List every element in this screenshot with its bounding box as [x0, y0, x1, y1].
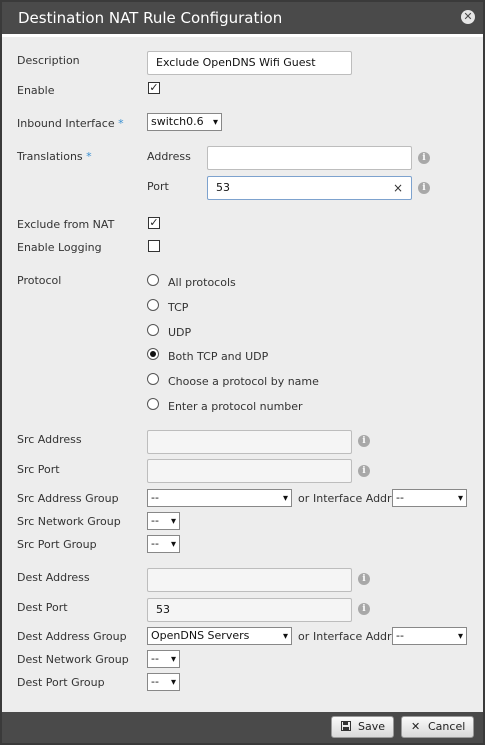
chevron-down-icon: ▾: [457, 631, 463, 642]
save-label: Save: [358, 720, 386, 733]
src-network-group-label: Src Network Group: [17, 515, 121, 528]
src-network-group-select[interactable]: -- ▾: [147, 512, 180, 530]
save-button[interactable]: Save: [331, 716, 394, 738]
dest-network-group-select[interactable]: -- ▾: [147, 650, 180, 668]
radio-label-both-tcp-udp: Both TCP and UDP: [168, 350, 269, 363]
inbound-interface-label: Inbound Interface *: [17, 117, 124, 130]
enable-logging-label: Enable Logging: [17, 241, 102, 254]
info-icon[interactable]: i: [358, 435, 370, 447]
radio-label-tcp: TCP: [168, 301, 189, 314]
src-address-group-value: --: [151, 491, 159, 504]
dialog-title: Destination NAT Rule Configuration: [18, 9, 283, 27]
chevron-down-icon: ▾: [170, 654, 176, 665]
chevron-down-icon: ▾: [282, 493, 288, 504]
close-icon: ✕: [411, 720, 421, 733]
info-icon[interactable]: i: [358, 465, 370, 477]
dest-address-group-select[interactable]: OpenDNS Servers ▾: [147, 627, 292, 645]
radio-label-protocol-by-name: Choose a protocol by name: [168, 375, 319, 388]
enable-logging-checkbox[interactable]: [148, 240, 160, 252]
src-interface-addr-value: --: [396, 491, 404, 504]
cancel-label: Cancel: [428, 720, 466, 733]
dialog-footer: Save ✕ Cancel: [2, 712, 483, 743]
enable-checkbox[interactable]: ✓: [148, 82, 160, 94]
dest-port-input[interactable]: 53: [147, 598, 352, 622]
required-asterisk: *: [118, 117, 124, 130]
clear-icon[interactable]: ×: [393, 177, 403, 199]
dialog-titlebar: Destination NAT Rule Configuration ✕: [2, 2, 483, 34]
radio-udp[interactable]: [147, 324, 159, 336]
radio-label-udp: UDP: [168, 326, 192, 339]
info-icon[interactable]: i: [358, 573, 370, 585]
port-label: Port: [147, 180, 169, 193]
radio-protocol-number[interactable]: [147, 398, 159, 410]
src-port-group-label: Src Port Group: [17, 538, 97, 551]
interface-addr-label: Interface Addr: [313, 630, 392, 643]
description-label: Description: [17, 54, 80, 67]
floppy-disk-icon: [341, 717, 351, 737]
src-port-label: Src Port: [17, 463, 60, 476]
chevron-down-icon: ▾: [170, 516, 176, 527]
translations-label-text: Translations: [17, 150, 83, 163]
exclude-nat-label: Exclude from NAT: [17, 218, 115, 231]
enable-label: Enable: [17, 84, 55, 97]
src-address-input[interactable]: [147, 430, 352, 454]
src-address-group-select[interactable]: -- ▾: [147, 489, 292, 507]
dest-network-group-label: Dest Network Group: [17, 653, 129, 666]
translations-label: Translations *: [17, 150, 92, 163]
info-icon[interactable]: i: [418, 182, 430, 194]
chevron-down-icon: ▾: [282, 631, 288, 642]
chevron-down-icon: ▾: [170, 677, 176, 688]
inbound-interface-label-text: Inbound Interface: [17, 117, 115, 130]
dest-address-group-label: Dest Address Group: [17, 630, 127, 643]
titlebar-divider: [2, 34, 483, 37]
chevron-down-icon: ▾: [212, 117, 218, 128]
src-address-label: Src Address: [17, 433, 82, 446]
address-input[interactable]: [207, 146, 412, 170]
dest-address-label: Dest Address: [17, 571, 90, 584]
info-icon[interactable]: i: [418, 152, 430, 164]
src-interface-addr-select[interactable]: -- ▾: [392, 489, 467, 507]
inbound-interface-value: switch0.6: [151, 115, 204, 128]
interface-addr-label: Interface Addr: [313, 492, 392, 505]
port-value: 53: [216, 181, 230, 194]
src-port-input[interactable]: [147, 459, 352, 483]
radio-both-tcp-udp[interactable]: [147, 348, 159, 360]
dest-port-group-value: --: [151, 675, 159, 688]
nat-rule-dialog: Destination NAT Rule Configuration ✕ Des…: [2, 2, 483, 743]
description-input[interactable]: Exclude OpenDNS Wifi Guest: [147, 51, 352, 75]
radio-all-protocols[interactable]: [147, 274, 159, 286]
or-text: or: [298, 630, 310, 643]
protocol-label: Protocol: [17, 274, 62, 287]
src-address-group-label: Src Address Group: [17, 492, 119, 505]
radio-tcp[interactable]: [147, 299, 159, 311]
src-port-group-select[interactable]: -- ▾: [147, 535, 180, 553]
radio-label-protocol-number: Enter a protocol number: [168, 400, 303, 413]
or-text: or: [298, 492, 310, 505]
chevron-down-icon: ▾: [457, 493, 463, 504]
dest-port-label: Dest Port: [17, 601, 68, 614]
dest-address-group-value: OpenDNS Servers: [151, 629, 250, 642]
required-asterisk: *: [86, 150, 92, 163]
dest-address-input[interactable]: [147, 568, 352, 592]
cancel-button[interactable]: ✕ Cancel: [401, 716, 474, 738]
dest-interface-addr-select[interactable]: -- ▾: [392, 627, 467, 645]
info-icon[interactable]: i: [358, 603, 370, 615]
chevron-down-icon: ▾: [170, 539, 176, 550]
radio-label-all-protocols: All protocols: [168, 276, 236, 289]
radio-protocol-by-name[interactable]: [147, 373, 159, 385]
dest-port-group-label: Dest Port Group: [17, 676, 105, 689]
address-label: Address: [147, 150, 191, 163]
inbound-interface-select[interactable]: switch0.6 ▾: [147, 113, 222, 131]
dest-network-group-value: --: [151, 652, 159, 665]
port-input[interactable]: 53 ×: [207, 176, 412, 200]
close-icon[interactable]: ✕: [461, 10, 475, 24]
exclude-nat-checkbox[interactable]: ✓: [148, 217, 160, 229]
dest-interface-addr-value: --: [396, 629, 404, 642]
src-port-group-value: --: [151, 537, 159, 550]
dest-port-group-select[interactable]: -- ▾: [147, 673, 180, 691]
src-network-group-value: --: [151, 514, 159, 527]
